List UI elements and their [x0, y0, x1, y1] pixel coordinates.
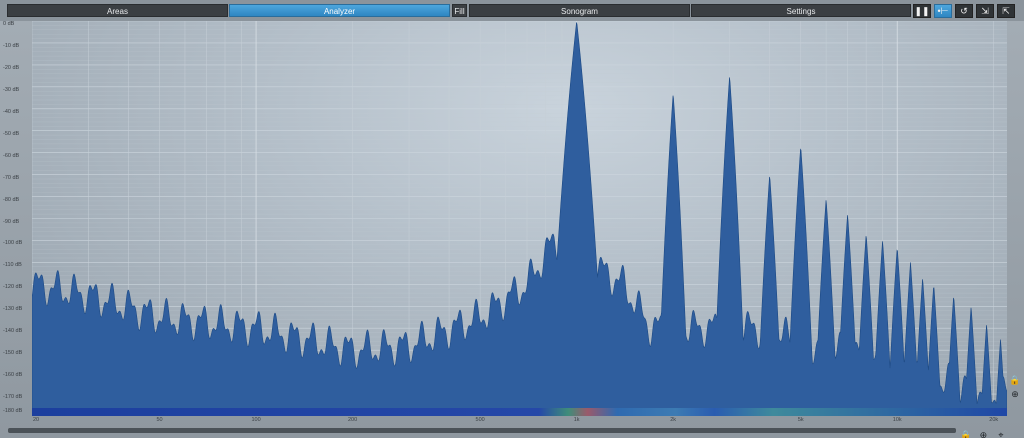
- freq-tick-label: 500: [475, 417, 485, 423]
- db-tick-label: -10 dB: [3, 42, 20, 49]
- zoom-icon[interactable]: ⊕: [977, 429, 989, 438]
- pause-button[interactable]: ❚❚: [913, 4, 931, 18]
- freq-tick-label: 20: [32, 417, 40, 423]
- freq-tick-label: 20k: [989, 417, 999, 423]
- tab-sonogram[interactable]: Sonogram: [469, 4, 690, 17]
- reset-icon: ↺: [960, 6, 968, 16]
- reset-button[interactable]: ↺: [955, 4, 973, 18]
- db-tick-label: -50 dB: [3, 130, 20, 137]
- db-tick-label: -120 dB: [3, 284, 23, 291]
- load-preset-icon: ⇲: [981, 6, 989, 16]
- spectrum-fill: [32, 22, 1007, 416]
- intensity-colorbar: [32, 408, 1007, 416]
- save-preset-button[interactable]: ⇱: [997, 4, 1015, 18]
- freq-tick-label: 200: [347, 417, 358, 423]
- frequency-axis: 20 50 100 200 500 1k 2k 5k 10k 20k: [32, 416, 1007, 428]
- db-tick-label: -180 dB: [3, 408, 23, 414]
- db-tick-label: -150 dB: [3, 350, 23, 357]
- db-tick-label: -40 dB: [3, 108, 20, 115]
- lock-icon[interactable]: 🔒: [960, 429, 972, 438]
- freq-tick-label: 1k: [573, 417, 580, 423]
- analyzer-window: Areas Analyzer Fill Sonogram Settings ❚❚…: [0, 0, 1024, 438]
- tab-settings[interactable]: Settings: [691, 4, 911, 17]
- save-preset-icon: ⇱: [1002, 6, 1010, 16]
- top-toolbar: Areas Analyzer Fill Sonogram Settings ❚❚…: [0, 0, 1024, 21]
- freq-tick-label: 10k: [892, 417, 902, 423]
- freq-tick-label: 100: [251, 417, 261, 423]
- tab-analyzer[interactable]: Analyzer: [229, 4, 450, 17]
- horizontal-scrollbar[interactable]: [8, 428, 956, 433]
- db-tick-label: -170 dB: [3, 394, 23, 401]
- freeze-button[interactable]: •⊢: [934, 4, 952, 18]
- db-tick-label: -70 dB: [3, 174, 20, 181]
- db-tick-label: -30 dB: [3, 86, 20, 93]
- db-tick-label: -20 dB: [3, 64, 20, 71]
- db-tick-label: -100 dB: [3, 240, 23, 247]
- zoom-fit-icon[interactable]: ⌖: [995, 429, 1007, 438]
- zoom-icon[interactable]: ⊕: [1009, 388, 1021, 400]
- horizontal-controls: 🔒 ⊕ ⌖: [960, 425, 1008, 438]
- lock-icon[interactable]: 🔒: [1009, 374, 1021, 386]
- db-axis: 0 dB -10 dB -20 dB -30 dB -40 dB -50 dB -60 dB…: [0, 21, 32, 416]
- db-tick-label: 0 dB: [3, 21, 15, 27]
- db-tick-label: -130 dB: [3, 306, 23, 313]
- db-tick-label: -140 dB: [3, 328, 23, 335]
- tab-areas[interactable]: Areas: [7, 4, 228, 17]
- db-tick-label: -110 dB: [3, 262, 22, 269]
- vertical-controls: 🔒 ⊕: [1009, 374, 1023, 418]
- freq-tick-label: 2k: [670, 417, 677, 423]
- db-tick-label: -60 dB: [3, 152, 20, 159]
- tab-fill[interactable]: Fill: [452, 4, 467, 17]
- db-tick-label: -80 dB: [3, 196, 20, 203]
- db-tick-label: -160 dB: [3, 372, 23, 379]
- freeze-icon: •⊢: [937, 6, 949, 16]
- load-preset-button[interactable]: ⇲: [976, 4, 994, 18]
- pause-icon: ❚❚: [914, 6, 930, 16]
- freq-tick-label: 5k: [797, 417, 804, 423]
- scrollbar-thumb[interactable]: [8, 428, 956, 433]
- freq-tick-label: 50: [156, 417, 163, 423]
- spectrum-plot[interactable]: [32, 21, 1007, 416]
- db-tick-label: -90 dB: [3, 218, 20, 225]
- spectrum-graph: [32, 21, 1007, 416]
